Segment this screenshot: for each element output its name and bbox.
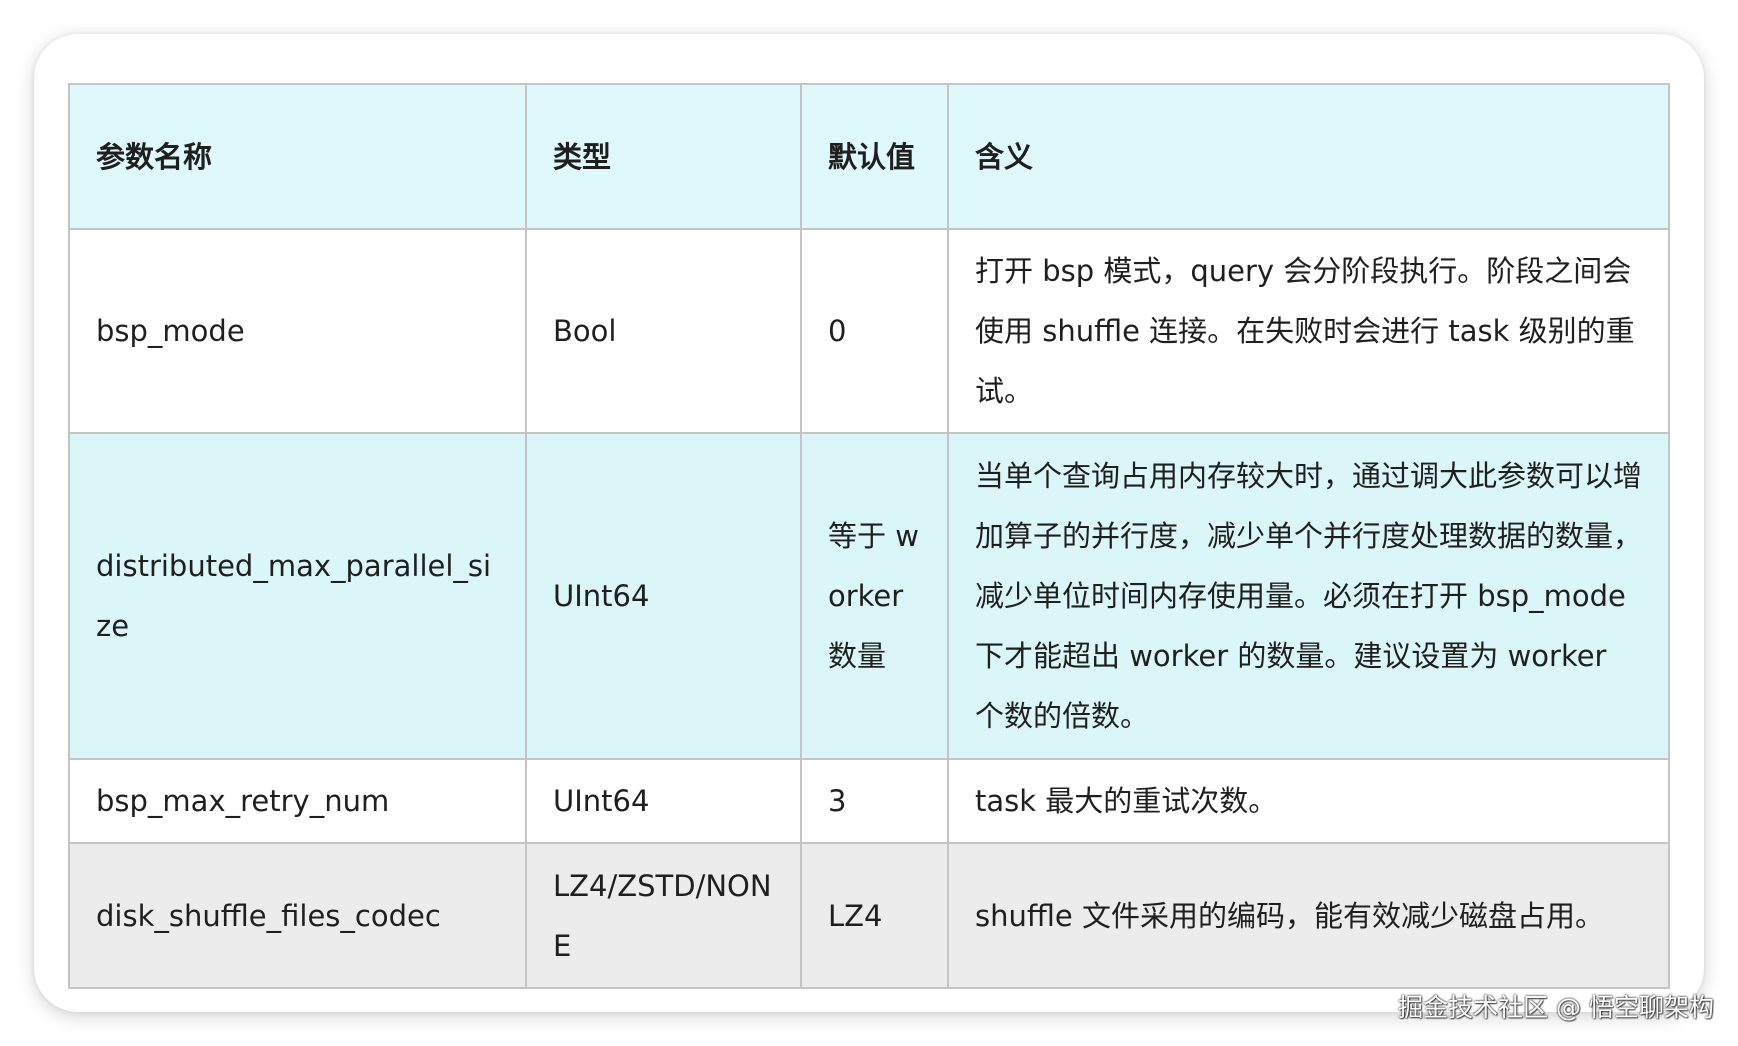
param-name-cell: bsp_max_retry_num	[68, 758, 527, 844]
header-param-name: 参数名称	[68, 83, 527, 230]
param-name-cell: bsp_mode	[68, 228, 527, 434]
param-meaning-cell: task 最大的重试次数。	[947, 758, 1670, 844]
param-default-cell: 3	[800, 758, 949, 844]
param-type-cell: Bool	[525, 228, 802, 434]
param-type-cell: LZ4/ZSTD/NONE	[525, 842, 802, 989]
param-meaning-cell: 打开 bsp 模式，query 会分阶段执行。阶段之间会使用 shuffle 连…	[947, 228, 1670, 434]
param-default-cell: 等于 worker 数量	[800, 432, 949, 760]
table-row: disk_shuffle_files_codec LZ4/ZSTD/NONE L…	[68, 842, 1670, 989]
table-row: distributed_max_parallel_size UInt64 等于 …	[68, 432, 1670, 760]
param-meaning-cell: shuffle 文件采用的编码，能有效减少磁盘占用。	[947, 842, 1670, 989]
table-row: bsp_max_retry_num UInt64 3 task 最大的重试次数。	[68, 758, 1670, 844]
header-type: 类型	[525, 83, 802, 230]
param-name-cell: disk_shuffle_files_codec	[68, 842, 527, 989]
table-row: bsp_mode Bool 0 打开 bsp 模式，query 会分阶段执行。阶…	[68, 228, 1670, 434]
header-meaning: 含义	[947, 83, 1670, 230]
watermark: 掘金技术社区 @ 悟空聊架构	[1398, 993, 1714, 1022]
header-default: 默认值	[800, 83, 949, 230]
table-header-row: 参数名称 类型 默认值 含义	[68, 83, 1670, 230]
param-default-cell: LZ4	[800, 842, 949, 989]
param-type-cell: UInt64	[525, 758, 802, 844]
param-name-cell: distributed_max_parallel_size	[68, 432, 527, 760]
param-default-cell: 0	[800, 228, 949, 434]
parameter-table: 参数名称 类型 默认值 含义 bsp_mode Bool 0 打开 bsp 模式…	[68, 83, 1670, 989]
param-meaning-cell: 当单个查询占用内存较大时，通过调大此参数可以增加算子的并行度，减少单个并行度处理…	[947, 432, 1670, 760]
param-type-cell: UInt64	[525, 432, 802, 760]
